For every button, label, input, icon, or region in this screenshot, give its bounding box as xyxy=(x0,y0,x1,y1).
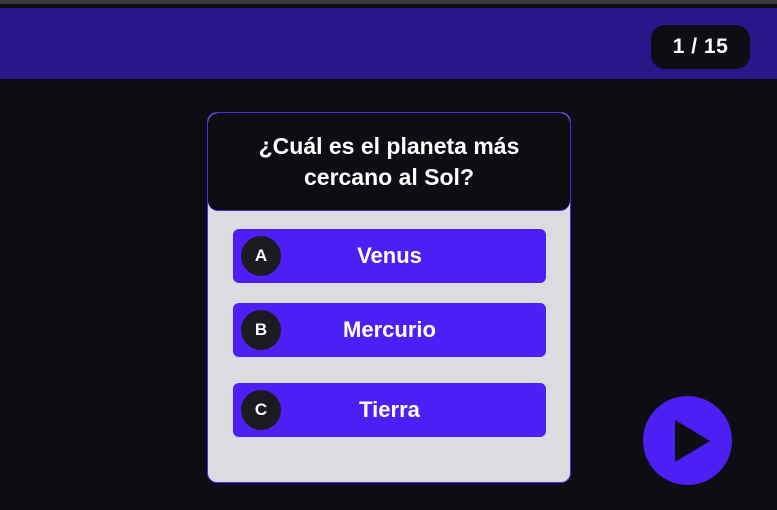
option-letter-badge: B xyxy=(241,310,281,350)
option-letter-badge: C xyxy=(241,390,281,430)
question-card: ¿Cuál es el planeta más cercano al Sol? … xyxy=(207,112,571,483)
next-question-button[interactable] xyxy=(643,396,732,485)
answer-option-a[interactable]: A Venus xyxy=(233,229,546,283)
question-counter: 1 / 15 xyxy=(651,25,750,69)
play-icon xyxy=(675,420,710,462)
answer-option-c[interactable]: C Tierra xyxy=(233,383,546,437)
answer-option-b[interactable]: B Mercurio xyxy=(233,303,546,357)
quiz-screen: 1 / 15 ¿Cuál es el planeta más cercano a… xyxy=(0,0,777,510)
option-letter-badge: A xyxy=(241,236,281,276)
question-text: ¿Cuál es el planeta más cercano al Sol? xyxy=(208,113,570,211)
top-bar: 1 / 15 xyxy=(0,8,777,79)
